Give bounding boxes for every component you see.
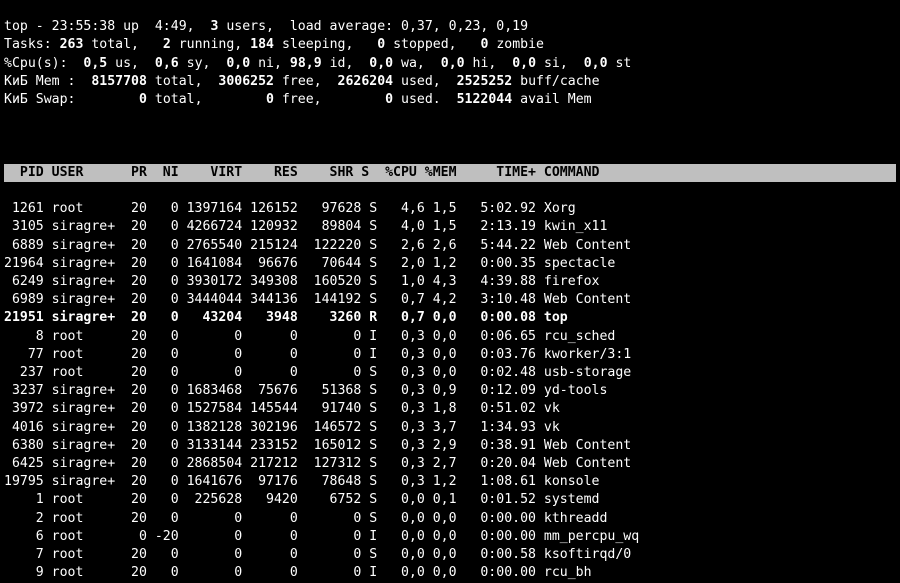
- process-row[interactable]: 77 root 20 0 0 0 0 I 0,3 0,0 0:03.76 kwo…: [4, 347, 631, 362]
- process-row[interactable]: 3972 siragre+ 20 0 1527584 145544 91740 …: [4, 401, 560, 416]
- process-row[interactable]: 4016 siragre+ 20 0 1382128 302196 146572…: [4, 420, 560, 435]
- time: 23:55:38: [52, 19, 116, 34]
- process-row[interactable]: 21951 siragre+ 20 0 43204 3948 3260 R 0,…: [4, 310, 568, 325]
- process-row[interactable]: 6249 siragre+ 20 0 3930172 349308 160520…: [4, 274, 599, 289]
- process-row[interactable]: 6989 siragre+ 20 0 3444044 344136 144192…: [4, 292, 631, 307]
- load-avg: 0,37, 0,23, 0,19: [401, 19, 528, 34]
- process-row[interactable]: 2 root 20 0 0 0 0 S 0,0 0,0 0:00.00 kthr…: [4, 511, 607, 526]
- process-row[interactable]: 9 root 20 0 0 0 0 I 0,0 0,0 0:00.00 rcu_…: [4, 565, 592, 580]
- column-headers[interactable]: PID USER PR NI VIRT RES SHR S %CPU %MEM …: [4, 164, 896, 182]
- swap-line: КиБ Swap: 0 total, 0 free, 0 used. 51220…: [4, 91, 896, 109]
- process-row[interactable]: 1261 root 20 0 1397164 126152 97628 S 4,…: [4, 201, 576, 216]
- terminal-output[interactable]: top - 23:55:38 up 4:49, 3 users, load av…: [0, 0, 900, 583]
- cpu-line: %Cpu(s): 0,5 us, 0,6 sy, 0,0 ni, 98,9 id…: [4, 55, 896, 73]
- process-row[interactable]: 3237 siragre+ 20 0 1683468 75676 51368 S…: [4, 383, 607, 398]
- process-row[interactable]: 6425 siragre+ 20 0 2868504 217212 127312…: [4, 456, 631, 471]
- process-row[interactable]: 8 root 20 0 0 0 0 I 0,3 0,0 0:06.65 rcu_…: [4, 329, 615, 344]
- process-row[interactable]: 6 root 0 -20 0 0 0 I 0,0 0,0 0:00.00 mm_…: [4, 529, 639, 544]
- process-row[interactable]: 19795 siragre+ 20 0 1641676 97176 78648 …: [4, 474, 599, 489]
- process-row[interactable]: 1 root 20 0 225628 9420 6752 S 0,0 0,1 0…: [4, 492, 599, 507]
- process-row[interactable]: 21964 siragre+ 20 0 1641084 96676 70644 …: [4, 256, 615, 271]
- summary-area: top - 23:55:38 up 4:49, 3 users, load av…: [4, 18, 896, 109]
- uptime-line: top - 23:55:38 up 4:49, 3 users, load av…: [4, 18, 896, 36]
- process-row[interactable]: 237 root 20 0 0 0 0 S 0,3 0,0 0:02.48 us…: [4, 365, 631, 380]
- blank-line: [4, 127, 896, 145]
- process-row[interactable]: 6380 siragre+ 20 0 3133144 233152 165012…: [4, 438, 631, 453]
- process-list: 1261 root 20 0 1397164 126152 97628 S 4,…: [4, 200, 896, 583]
- process-row[interactable]: 3105 siragre+ 20 0 4266724 120932 89804 …: [4, 219, 607, 234]
- tasks-line: Tasks: 263 total, 2 running, 184 sleepin…: [4, 36, 896, 54]
- process-row[interactable]: 6889 siragre+ 20 0 2765540 215124 122220…: [4, 238, 631, 253]
- process-row[interactable]: 7 root 20 0 0 0 0 S 0,0 0,0 0:00.58 ksof…: [4, 547, 631, 562]
- mem-line: КиБ Mem : 8157708 total, 3006252 free, 2…: [4, 73, 896, 91]
- process-header: PID USER PR NI VIRT RES SHR S %CPU %MEM …: [4, 164, 896, 182]
